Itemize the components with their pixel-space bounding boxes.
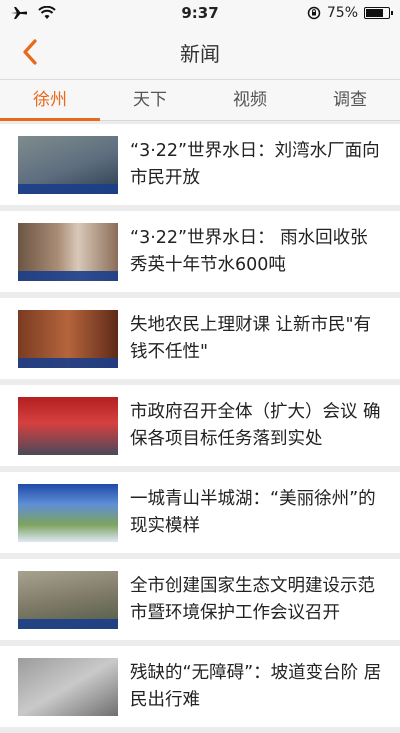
- news-thumbnail: [18, 309, 118, 368]
- nav-bar: 新闻: [0, 26, 400, 79]
- news-item[interactable]: 市政府召开全体（扩大）会议 确保各项目标任务落到实处: [0, 385, 400, 466]
- news-title: “3·22”世界水日：刘湾水厂面向市民开放: [130, 140, 380, 188]
- tab-survey[interactable]: 调查: [300, 80, 400, 120]
- news-thumbnail: [18, 222, 118, 281]
- thumbnail-caption-bar: [18, 357, 118, 368]
- news-item[interactable]: 残缺的“无障碍”：坡道变台阶 居民出行难: [0, 646, 400, 727]
- airplane-mode-icon: [11, 7, 27, 19]
- tab-xuzhou[interactable]: 徐州: [0, 80, 100, 121]
- news-title: 残缺的“无障碍”：坡道变台阶 居民出行难: [130, 662, 382, 710]
- thumbnail-caption-bar: [18, 618, 118, 629]
- back-button[interactable]: [22, 34, 58, 70]
- thumbnail-caption-bar: [18, 270, 118, 281]
- chevron-left-icon: [23, 39, 37, 65]
- news-thumbnail: [18, 396, 118, 455]
- news-item[interactable]: 全市创建国家生态文明建设示范市暨环境保护工作会议召开: [0, 559, 400, 640]
- news-item[interactable]: “3·22”世界水日：刘湾水厂面向市民开放: [0, 124, 400, 205]
- battery-icon: [364, 7, 393, 19]
- tab-video[interactable]: 视频: [200, 80, 300, 120]
- news-title: 失地农民上理财课 让新市民"有钱不任性": [130, 314, 372, 362]
- status-time: 9:37: [181, 4, 219, 22]
- news-title: 市政府召开全体（扩大）会议 确保各项目标任务落到实处: [130, 401, 381, 449]
- news-thumbnail: [18, 657, 118, 716]
- news-title: 全市创建国家生态文明建设示范市暨环境保护工作会议召开: [130, 575, 375, 623]
- news-thumbnail: [18, 135, 118, 194]
- category-tabs: 徐州 天下 视频 调查: [0, 79, 400, 121]
- news-thumbnail: [18, 570, 118, 629]
- thumbnail-caption-bar: [18, 183, 118, 194]
- page-title: 新闻: [180, 42, 220, 66]
- news-thumbnail: [18, 483, 118, 542]
- tab-world[interactable]: 天下: [100, 80, 200, 120]
- news-title: “3·22”世界水日： 雨水回收张秀英十年节水600吨: [130, 227, 368, 275]
- news-list: “3·22”世界水日：刘湾水厂面向市民开放 “3·22”世界水日： 雨水回收张秀…: [0, 124, 400, 733]
- wifi-icon: [38, 6, 56, 19]
- status-left: [10, 6, 130, 20]
- battery-percent: 75%: [326, 5, 358, 21]
- news-item[interactable]: “3·22”世界水日： 雨水回收张秀英十年节水600吨: [0, 211, 400, 292]
- orientation-lock-icon: [307, 6, 321, 20]
- status-bar: 9:37 75%: [0, 0, 400, 26]
- news-item[interactable]: 一城青山半城湖：“美丽徐州”的现实模样: [0, 472, 400, 553]
- news-item[interactable]: 失地农民上理财课 让新市民"有钱不任性": [0, 298, 400, 379]
- status-right: 75%: [270, 5, 393, 21]
- battery-fill: [366, 9, 383, 17]
- news-title: 一城青山半城湖：“美丽徐州”的现实模样: [130, 488, 376, 536]
